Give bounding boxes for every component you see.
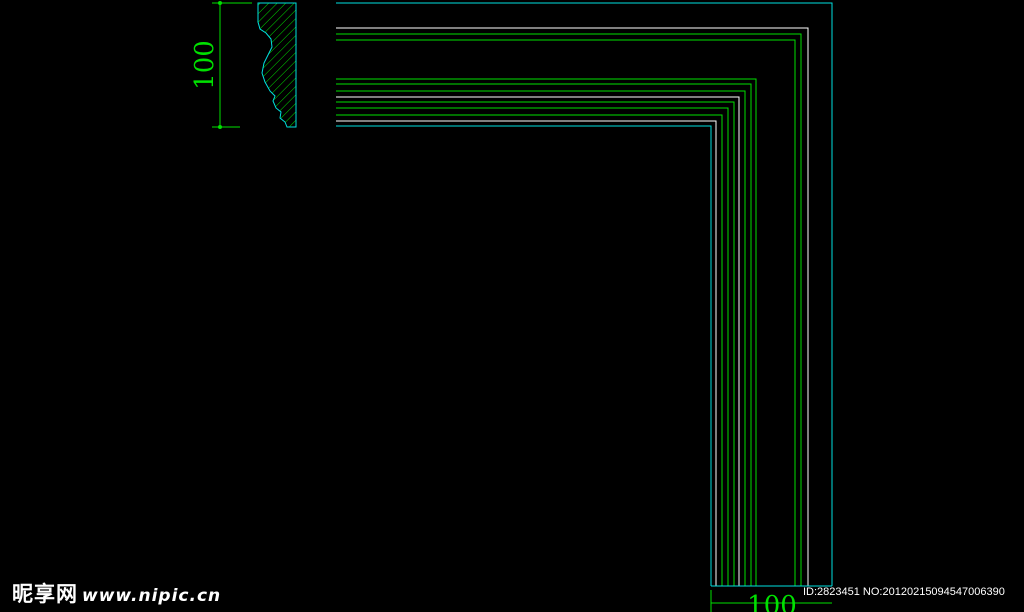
molding-corner bbox=[336, 2, 833, 587]
watermark-image-info: ID:2823451 NO:20120215094547006390 bbox=[803, 586, 1005, 598]
inner-cyan-outline bbox=[336, 125, 712, 586]
profile-hatched-area bbox=[257, 2, 297, 128]
watermark-site-url: www.nipic.cn bbox=[82, 586, 222, 606]
side-dimension: 100 bbox=[190, 1, 252, 129]
side-dimension-tick-bottom bbox=[218, 125, 222, 129]
watermark-site-name: 昵享网 bbox=[12, 582, 78, 606]
molding-line-2 bbox=[336, 33, 802, 586]
molding-line-1 bbox=[336, 27, 809, 586]
side-dimension-label: 100 bbox=[190, 40, 220, 90]
molding-line-8 bbox=[336, 101, 735, 586]
molding-line-6 bbox=[336, 90, 746, 586]
molding-line-9 bbox=[336, 107, 729, 586]
bottom-dimension-label: 100 bbox=[747, 591, 797, 612]
molding-line-7 bbox=[336, 96, 740, 586]
molding-line-5 bbox=[336, 83, 752, 586]
molding-line-11 bbox=[336, 120, 717, 586]
molding-line-4 bbox=[336, 78, 757, 586]
molding-line-10 bbox=[336, 114, 723, 586]
molding-profile-section bbox=[257, 2, 297, 128]
cad-drawing-canvas: 100 100 bbox=[190, 1, 833, 612]
outer-cyan-outline bbox=[336, 2, 833, 586]
molding-line-3 bbox=[336, 39, 796, 586]
watermark-logo: 昵享网 www.nipic.cn bbox=[12, 578, 221, 608]
side-dimension-tick-top bbox=[218, 1, 222, 5]
